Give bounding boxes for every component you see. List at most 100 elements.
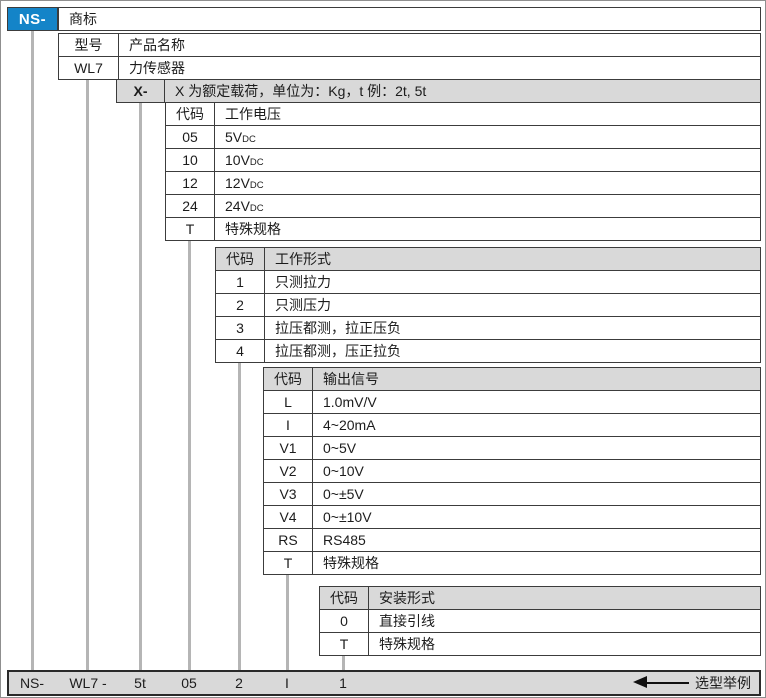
- table-header-row: 代码 工作形式: [216, 248, 761, 271]
- table-row: WL7 力传感器: [59, 57, 761, 80]
- output-code-cell: V3: [264, 483, 313, 506]
- table-row: L 1.0mV/V: [264, 391, 761, 414]
- output-desc-cell: 0~10V: [313, 460, 761, 483]
- voltage-desc-cell: 5VDC: [215, 126, 761, 149]
- table-row: 10 10VDC: [166, 149, 761, 172]
- output-desc-cell: 1.0mV/V: [313, 391, 761, 414]
- voltage-desc-cell: 特殊规格: [215, 218, 761, 241]
- connector-brand: [31, 31, 34, 670]
- voltage-value: 10V: [225, 152, 250, 168]
- table-row: V3 0~±5V: [264, 483, 761, 506]
- output-code-cell: L: [264, 391, 313, 414]
- rated-load-row: X- X 为额定载荷，单位为：Kg，t 例：2t, 5t: [116, 79, 761, 103]
- voltage-code-cell: 05: [166, 126, 215, 149]
- connector-voltage: [188, 238, 191, 670]
- connector-output: [286, 572, 289, 670]
- load-desc-cell: X 为额定载荷，单位为：Kg，t 例：2t, 5t: [165, 80, 761, 103]
- model-header-code: 型号: [59, 34, 119, 57]
- table-row: 24 24VDC: [166, 195, 761, 218]
- example-value: WL7 -: [69, 672, 106, 694]
- table-row: T 特殊规格: [166, 218, 761, 241]
- voltage-desc-cell: 24VDC: [215, 195, 761, 218]
- work-mode-table: 代码 工作形式 1 只测拉力 2 只测压力 3 拉压都测，拉正压负 4 拉压都测…: [215, 247, 761, 363]
- output-desc-cell: 0~5V: [313, 437, 761, 460]
- load-code-cell: X-: [117, 80, 165, 103]
- voltage-unit-sub: DC: [242, 134, 256, 145]
- example-value: NS-: [20, 672, 44, 694]
- output-code-cell: V4: [264, 506, 313, 529]
- voltage-unit-sub: DC: [250, 180, 264, 191]
- example-value: 05: [181, 672, 197, 694]
- mode-code-cell: 1: [216, 271, 265, 294]
- table-row: V4 0~±10V: [264, 506, 761, 529]
- table-row: T 特殊规格: [320, 633, 761, 656]
- connector-model: [86, 78, 89, 670]
- mode-desc-cell: 只测压力: [265, 294, 761, 317]
- example-label: 选型举例: [695, 672, 751, 694]
- table-row: 12 12VDC: [166, 172, 761, 195]
- mode-header-code: 代码: [216, 248, 265, 271]
- voltage-unit-sub: DC: [250, 203, 264, 214]
- table-row: RS RS485: [264, 529, 761, 552]
- left-arrow-tail: [647, 682, 689, 684]
- example-value: I: [285, 672, 289, 694]
- mount-code-cell: 0: [320, 610, 369, 633]
- output-desc-cell: 特殊规格: [313, 552, 761, 575]
- voltage-code-cell: 10: [166, 149, 215, 172]
- mode-header-desc: 工作形式: [265, 248, 761, 271]
- output-code-cell: V2: [264, 460, 313, 483]
- model-header-desc: 产品名称: [119, 34, 761, 57]
- mode-desc-cell: 只测拉力: [265, 271, 761, 294]
- mode-code-cell: 4: [216, 340, 265, 363]
- voltage-header-desc: 工作电压: [215, 103, 761, 126]
- voltage-value: 特殊规格: [225, 221, 281, 237]
- example-value: 2: [235, 672, 243, 694]
- voltage-unit-sub: DC: [250, 157, 264, 168]
- mount-header-code: 代码: [320, 587, 369, 610]
- table-row: 4 拉压都测，压正拉负: [216, 340, 761, 363]
- output-desc-cell: 4~20mA: [313, 414, 761, 437]
- model-desc-cell: 力传感器: [119, 57, 761, 80]
- table-row: T 特殊规格: [264, 552, 761, 575]
- ordering-code-diagram: NS- 商标 型号 产品名称 WL7 力传感器 X- X 为额定载荷，单位为：K…: [0, 0, 766, 698]
- mount-desc-cell: 特殊规格: [369, 633, 761, 656]
- table-row: V1 0~5V: [264, 437, 761, 460]
- table-row: V2 0~10V: [264, 460, 761, 483]
- table-row: 2 只测压力: [216, 294, 761, 317]
- table-row: 1 只测拉力: [216, 271, 761, 294]
- voltage-value: 24V: [225, 198, 250, 214]
- output-code-cell: V1: [264, 437, 313, 460]
- voltage-desc-cell: 10VDC: [215, 149, 761, 172]
- model-code-cell: WL7: [59, 57, 119, 80]
- output-signal-table: 代码 输出信号 L 1.0mV/V I 4~20mA V1 0~5V V2 0~…: [263, 367, 761, 575]
- connector-mode: [238, 360, 241, 670]
- mount-code-cell: T: [320, 633, 369, 656]
- mount-desc-cell: 直接引线: [369, 610, 761, 633]
- left-arrow-icon: [633, 676, 647, 688]
- mode-desc-cell: 拉压都测，拉正压负: [265, 317, 761, 340]
- output-desc-cell: RS485: [313, 529, 761, 552]
- example-value: 5t: [134, 672, 146, 694]
- voltage-desc-cell: 12VDC: [215, 172, 761, 195]
- output-header-code: 代码: [264, 368, 313, 391]
- voltage-header-code: 代码: [166, 103, 215, 126]
- output-header-desc: 输出信号: [313, 368, 761, 391]
- voltage-code-cell: 12: [166, 172, 215, 195]
- example-value: 1: [339, 672, 347, 694]
- mount-form-table: 代码 安装形式 0 直接引线 T 特殊规格: [319, 586, 761, 656]
- table-row: I 4~20mA: [264, 414, 761, 437]
- trademark-cell: 商标: [58, 7, 761, 31]
- output-desc-cell: 0~±5V: [313, 483, 761, 506]
- table-row: 3 拉压都测，拉正压负: [216, 317, 761, 340]
- output-code-cell: RS: [264, 529, 313, 552]
- brand-prefix-badge: NS-: [7, 7, 58, 31]
- table-row: 0 直接引线: [320, 610, 761, 633]
- table-header-row: 代码 安装形式: [320, 587, 761, 610]
- mode-code-cell: 2: [216, 294, 265, 317]
- output-desc-cell: 0~±10V: [313, 506, 761, 529]
- output-code-cell: I: [264, 414, 313, 437]
- mode-desc-cell: 拉压都测，压正拉负: [265, 340, 761, 363]
- table-row: 05 5VDC: [166, 126, 761, 149]
- voltage-code-cell: T: [166, 218, 215, 241]
- voltage-code-cell: 24: [166, 195, 215, 218]
